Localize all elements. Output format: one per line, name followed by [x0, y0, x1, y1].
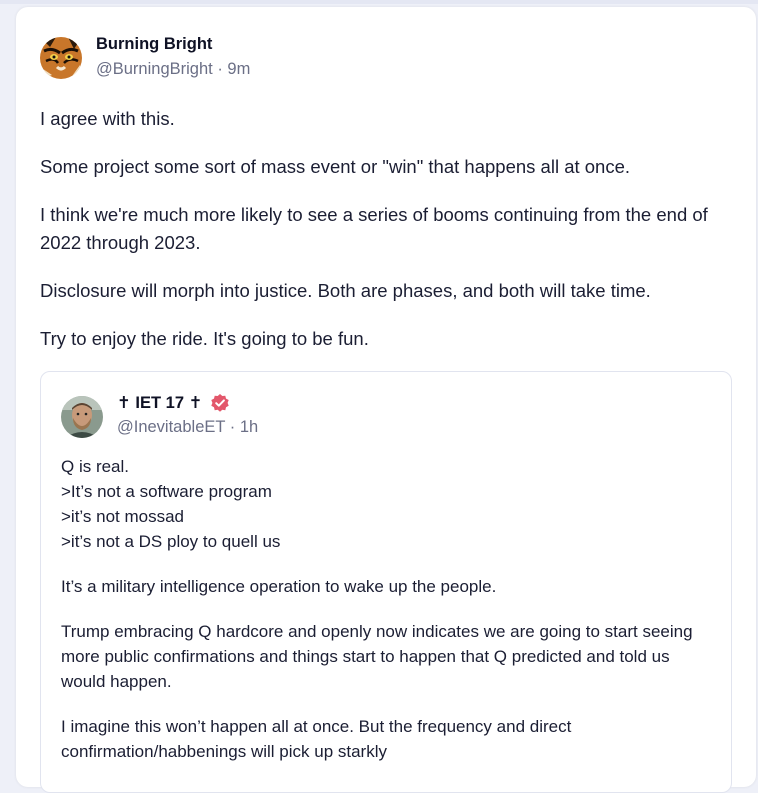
- top-strip: [0, 0, 758, 4]
- quoted-author-block: ✝ IET 17 ✝ @InevitableET · 1h: [117, 392, 258, 438]
- post-body: I agree with this. Some project some sor…: [40, 105, 730, 373]
- quoted-line: Q is real.: [61, 457, 130, 476]
- quoted-paragraph: It’s a military intelligence operation t…: [61, 577, 497, 596]
- post-card[interactable]: Burning Bright @BurningBright · 9m I agr…: [16, 7, 756, 793]
- meta-separator: ·: [229, 418, 236, 436]
- post-paragraph: I agree with this.: [40, 108, 175, 129]
- quoted-name-row: ✝ IET 17 ✝: [117, 392, 258, 414]
- quoted-paragraph: Trump embracing Q hardcore and openly no…: [61, 622, 693, 691]
- author-block: Burning Bright @BurningBright · 9m: [96, 33, 250, 80]
- quoted-post-card[interactable]: ✝ IET 17 ✝ @InevitableET · 1h Q is real.…: [40, 371, 732, 793]
- quoted-post-body: Q is real. >It’s not a software program …: [61, 454, 711, 784]
- quoted-line: >It’s not a software program: [61, 482, 272, 501]
- post-paragraph: Try to enjoy the ride. It's going to be …: [40, 328, 369, 349]
- verified-badge-icon: [211, 394, 230, 412]
- quoted-paragraph: Q is real. >It’s not a software program …: [61, 454, 711, 554]
- author-name[interactable]: Burning Bright: [96, 33, 250, 55]
- quoted-author-meta: @InevitableET · 1h: [117, 416, 258, 438]
- quoted-paragraph: I imagine this won’t happen all at once.…: [61, 717, 572, 761]
- quoted-line: >it’s not a DS ploy to quell us: [61, 532, 281, 551]
- quoted-author-handle[interactable]: @InevitableET: [117, 418, 225, 436]
- meta-separator: ·: [217, 60, 223, 78]
- post-paragraph: I think we're much more likely to see a …: [40, 204, 708, 253]
- post-paragraph: Disclosure will morph into justice. Both…: [40, 280, 651, 301]
- tiger-avatar-icon[interactable]: [40, 36, 82, 79]
- quoted-author-name[interactable]: ✝ IET 17 ✝: [117, 392, 202, 414]
- quoted-post-timestamp[interactable]: 1h: [240, 418, 258, 436]
- quoted-author-avatar-icon[interactable]: [61, 396, 103, 438]
- author-handle[interactable]: @BurningBright: [96, 60, 213, 78]
- author-meta: @BurningBright · 9m: [96, 58, 250, 80]
- post-header: Burning Bright @BurningBright · 9m: [40, 35, 250, 80]
- quoted-line: >it’s not mossad: [61, 507, 185, 526]
- post-paragraph: Some project some sort of mass event or …: [40, 156, 631, 177]
- post-timestamp[interactable]: 9m: [227, 60, 250, 78]
- quoted-post-header: ✝ IET 17 ✝ @InevitableET · 1h: [61, 394, 258, 438]
